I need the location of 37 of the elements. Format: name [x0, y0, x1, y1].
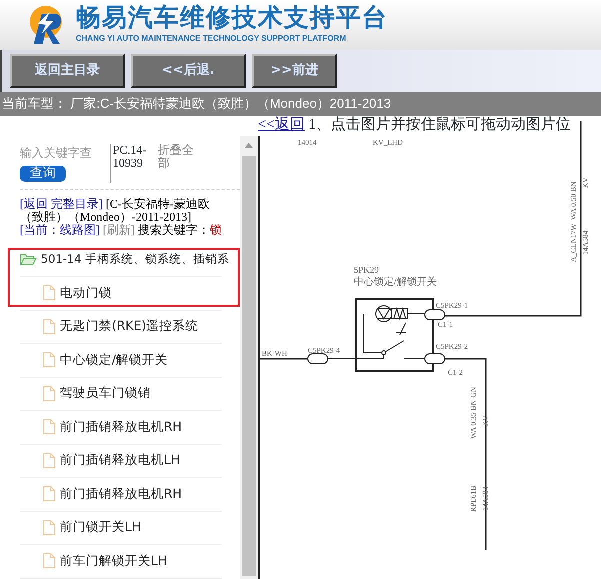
tree-item[interactable]: 驾驶员车门锁销 [60, 384, 151, 404]
breadcrumb-link[interactable]: [当前：线路图] [20, 223, 100, 238]
nav-button[interactable]: >>前进 [252, 54, 337, 88]
document-icon [43, 520, 56, 536]
back-link[interactable]: <<返回 [258, 117, 305, 133]
document-icon [43, 486, 56, 502]
site-subtitle: CHANG YI AUTO MAINTENANCE TECHNOLOGY SUPPORT PLATFORM [76, 33, 348, 45]
document-icon [43, 352, 56, 368]
nav-button[interactable]: 返回主目录 [10, 54, 125, 88]
document-icon [43, 553, 56, 570]
folder-label[interactable]: 501-14 手柄系统、锁系统、插销系 [41, 251, 230, 268]
vehicle-info: 当前车型： 厂家:C-长安福特蒙迪欧（致胜）（Mondeo）2011-2013 [0, 92, 601, 116]
site-title: 畅易汽车维修技术支持平台 [76, 5, 388, 30]
tree-item[interactable]: 前门插销释放电机LH [60, 451, 180, 470]
tree-item[interactable]: 前车门解锁开关LH [60, 552, 168, 571]
folder-icon[interactable] [20, 253, 37, 266]
document-icon [43, 386, 56, 402]
document-icon [43, 452, 56, 469]
document-icon [43, 318, 56, 335]
document-icon [43, 419, 56, 436]
tree-item[interactable]: 前门锁开关LH [60, 518, 142, 538]
breadcrumb-link[interactable]: [返回 完整目录] [20, 197, 103, 211]
tree-item[interactable]: 前门插销释放电机RH [60, 418, 182, 437]
scrollbar[interactable] [240, 136, 258, 579]
tree-item[interactable]: 电动门锁 [60, 284, 112, 303]
component-code: 5PK29 [354, 265, 380, 275]
tree-item[interactable]: 中心锁定/解锁开关 [60, 350, 168, 370]
refresh-link[interactable]: [刷新] [103, 223, 135, 238]
drag-hint: 1、点击图片并按住鼠标可拖动动图片位 [308, 117, 572, 133]
document-code: PC.14-10939 [110, 144, 150, 183]
tree-item[interactable]: 无匙门禁(RKE)遥控系统 [60, 317, 199, 336]
document-icon [43, 285, 56, 302]
nav-button[interactable]: <<后退. [131, 54, 246, 88]
component-name: 中心锁定/解锁开关 [354, 277, 437, 288]
search-button[interactable]: 查询 [20, 166, 66, 182]
collapse-all-link[interactable]: 折叠全部 [158, 144, 194, 183]
tree-item[interactable]: 前门插销释放电机RH [60, 484, 182, 504]
